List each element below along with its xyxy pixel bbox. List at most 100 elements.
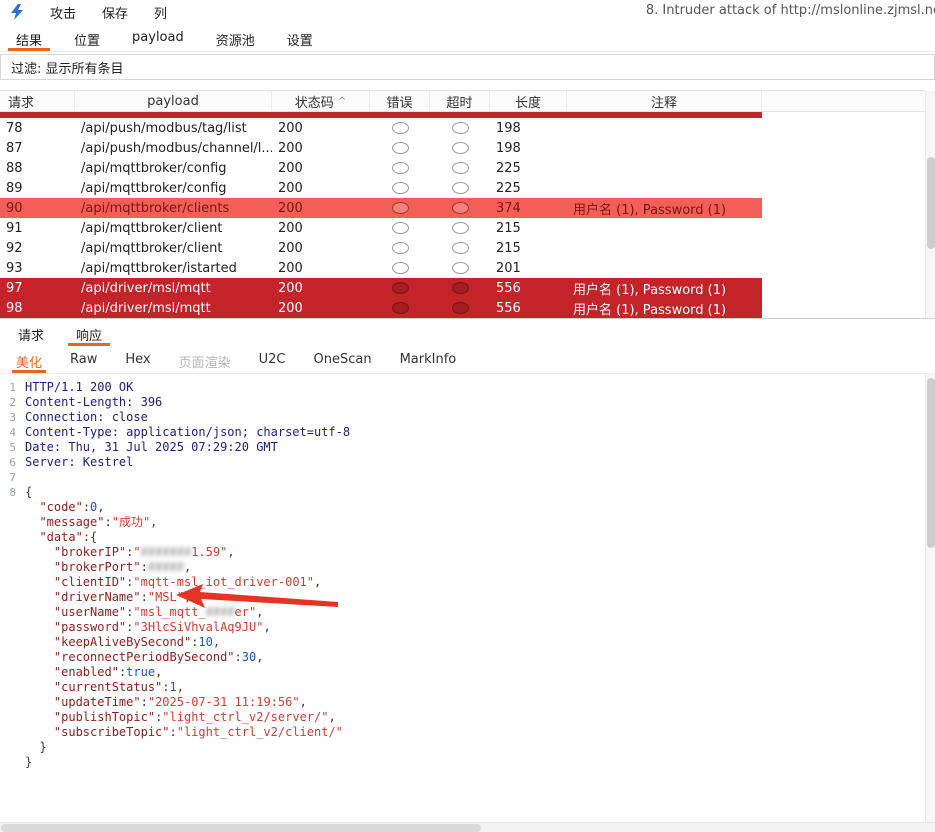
cell-request: 91 xyxy=(6,220,23,236)
tab-request[interactable]: 请求 xyxy=(2,319,60,346)
table-row[interactable]: 93/api/mqttbroker/istarted 200 201 xyxy=(0,258,762,278)
response-line: "keepAliveBySecond":10, xyxy=(0,635,925,650)
cell-comment: 用户名 (1), Password (1) xyxy=(573,202,727,218)
line-number: 2 xyxy=(9,396,16,409)
line-number xyxy=(0,680,16,695)
error-checkbox-icon xyxy=(391,222,409,234)
filter-bar[interactable]: 过滤: 显示所有条目 xyxy=(0,54,935,80)
cell-error xyxy=(370,262,430,274)
horizontal-scrollbar-thumb[interactable] xyxy=(1,824,481,832)
response-line: "updateTime":"2025-07-31 11:19:56", xyxy=(0,695,925,710)
response-editor[interactable]: 1 HTTP/1.1 200 OK 2 Content-Length: 396 3 Con… xyxy=(0,374,925,822)
timeout-checkbox-icon xyxy=(451,262,469,274)
col-header-error[interactable]: 错误 xyxy=(370,91,430,111)
error-checkbox-icon xyxy=(391,182,409,194)
line-number: 3 xyxy=(9,411,16,424)
tab-hex[interactable]: Hex xyxy=(111,346,164,373)
table-row[interactable]: 88/api/mqttbroker/config 200 225 xyxy=(0,158,762,178)
error-checkbox-icon xyxy=(391,122,409,134)
col-header-timeout[interactable]: 超时 xyxy=(430,91,490,111)
menu-save[interactable]: 保存 xyxy=(102,3,128,22)
cell-length: 556 xyxy=(496,280,521,296)
cell-request: 97 xyxy=(6,280,23,296)
cell-request: 78 xyxy=(6,120,23,136)
col-header-payload[interactable]: payload xyxy=(75,91,272,111)
response-line: 5 Date: Thu, 31 Jul 2025 07:29:20 GMT xyxy=(0,440,925,455)
cell-timeout xyxy=(430,302,490,314)
cell-length: 201 xyxy=(496,260,521,276)
cell-length: 198 xyxy=(496,140,521,156)
line-number xyxy=(0,545,16,560)
table-row[interactable]: 89/api/mqttbroker/config 200 225 xyxy=(0,178,762,198)
timeout-checkbox-icon xyxy=(451,242,469,254)
cell-timeout xyxy=(430,242,490,254)
col-header-length[interactable]: 长度 xyxy=(490,91,567,111)
tab-settings[interactable]: 设置 xyxy=(271,24,329,51)
error-checkbox-icon xyxy=(391,282,409,294)
response-line: 4 Content-Type: application/json; charset… xyxy=(0,425,925,440)
cell-status: 200 xyxy=(278,160,303,176)
tab-markinfo[interactable]: MarkInfo xyxy=(386,346,471,373)
table-row[interactable]: 87/api/push/modbus/channel/l... 200 198 xyxy=(0,138,762,158)
col-header-comment[interactable]: 注释 xyxy=(567,91,762,111)
tab-payload[interactable]: payload xyxy=(116,24,200,51)
timeout-checkbox-icon xyxy=(451,142,469,154)
results-rows: 78/api/push/modbus/tag/list 200 198 87/api/… xyxy=(0,118,925,318)
cell-timeout xyxy=(430,162,490,174)
cell-status: 200 xyxy=(278,180,303,196)
table-row[interactable]: 98/api/driver/msl/mqtt 200 556 用户名 (1), Pas… xyxy=(0,298,762,318)
menu-attack[interactable]: 攻击 xyxy=(50,3,76,22)
cell-error xyxy=(370,162,430,174)
line-number xyxy=(0,560,16,575)
timeout-checkbox-icon xyxy=(451,282,469,294)
cell-timeout xyxy=(430,222,490,234)
app-icon xyxy=(10,4,24,20)
table-row[interactable]: 91/api/mqttbroker/client 200 215 xyxy=(0,218,762,238)
response-line: "reconnectPeriodBySecond":30, xyxy=(0,650,925,665)
tab-resource-pool[interactable]: 资源池 xyxy=(200,24,271,51)
col-header-request[interactable]: 请求 xyxy=(0,91,75,111)
response-line: "code":0, xyxy=(0,500,925,515)
col-header-status[interactable]: 状态码 ^ xyxy=(272,91,370,111)
table-row[interactable]: 78/api/push/modbus/tag/list 200 198 xyxy=(0,118,762,138)
response-view-tab-bar: 美化 Raw Hex 页面渲染 U2C OneScan MarkInfo xyxy=(0,346,935,374)
menu-columns[interactable]: 列 xyxy=(154,3,167,22)
horizontal-scrollbar[interactable] xyxy=(0,822,935,832)
filter-label: 过滤: 显示所有条目 xyxy=(11,61,124,77)
response-scrollbar-thumb[interactable] xyxy=(927,378,935,548)
cell-error xyxy=(370,242,430,254)
response-line: } xyxy=(0,740,925,755)
results-scrollbar-thumb[interactable] xyxy=(927,157,935,249)
table-row[interactable]: 97/api/driver/msl/mqtt 200 556 用户名 (1), Pas… xyxy=(0,278,762,298)
cell-error xyxy=(370,222,430,234)
tab-response[interactable]: 响应 xyxy=(60,319,118,346)
table-row[interactable]: 92/api/mqttbroker/client 200 215 xyxy=(0,238,762,258)
tab-onescan[interactable]: OneScan xyxy=(300,346,386,373)
timeout-checkbox-icon xyxy=(451,122,469,134)
table-row[interactable]: 90/api/mqttbroker/clients 200 374 用户名 (1), … xyxy=(0,198,762,218)
response-line: "driverName":"MSL", xyxy=(0,590,925,605)
line-number xyxy=(0,635,16,650)
window-title: 8. Intruder attack of http://mslonline.z… xyxy=(645,3,935,18)
line-number: 1 xyxy=(9,381,16,394)
tab-results[interactable]: 结果 xyxy=(0,24,58,51)
line-number: 8 xyxy=(9,486,16,499)
line-number xyxy=(0,620,16,635)
cell-payload: /api/mqttbroker/client xyxy=(81,220,223,236)
response-line: "data":{ xyxy=(0,530,925,545)
tab-positions[interactable]: 位置 xyxy=(58,24,116,51)
results-scrollbar[interactable] xyxy=(925,91,935,318)
cell-request: 98 xyxy=(6,300,23,316)
response-line: "message":"成功", xyxy=(0,515,925,530)
tab-u2c[interactable]: U2C xyxy=(245,346,300,373)
tab-raw[interactable]: Raw xyxy=(56,346,111,373)
tab-render[interactable]: 页面渲染 xyxy=(165,346,245,373)
tab-beautify[interactable]: 美化 xyxy=(2,346,56,373)
cell-request: 89 xyxy=(6,180,23,196)
cell-error xyxy=(370,142,430,154)
cell-length: 225 xyxy=(496,180,521,196)
col-header-filler xyxy=(762,91,925,111)
response-scrollbar[interactable] xyxy=(925,374,935,822)
cell-error xyxy=(370,302,430,314)
cell-payload: /api/driver/msl/mqtt xyxy=(81,280,211,296)
